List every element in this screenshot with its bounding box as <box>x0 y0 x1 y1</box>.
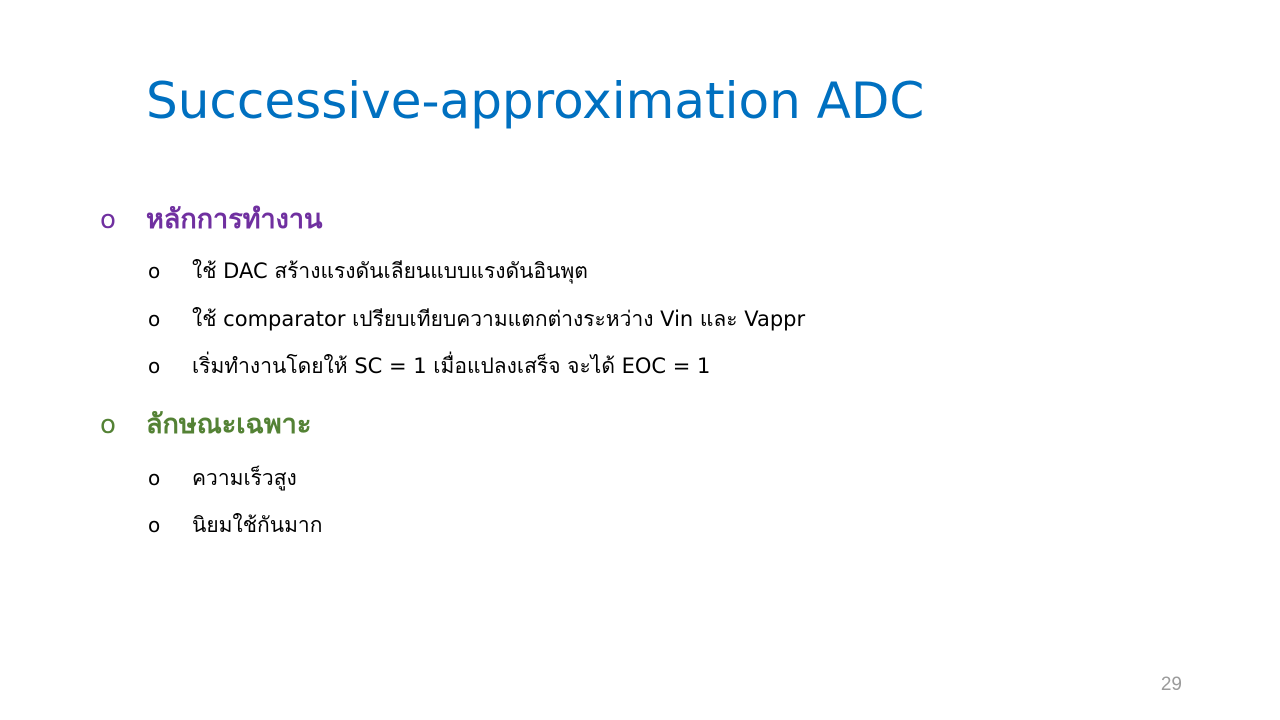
list-item: o ความเร็วสูง <box>148 462 297 494</box>
item-bullet: o <box>148 354 161 378</box>
item-bullet: o <box>148 259 161 283</box>
item-text: ใช้ comparator เปรียบเทียบความแตกต่างระห… <box>192 307 806 331</box>
item-bullet: o <box>148 307 161 331</box>
slide: Successive-approximation ADC o หลักการทำ… <box>0 0 1280 720</box>
section-heading: ลักษณะเฉพาะ <box>146 409 312 440</box>
item-text: ใช้ DAC สร้างแรงดันเลียนแบบแรงดันอินพุต <box>192 259 588 283</box>
slide-title: Successive-approximation ADC <box>146 72 925 130</box>
item-bullet: o <box>148 513 161 537</box>
section-heading: หลักการทำงาน <box>146 204 323 235</box>
page-number: 29 <box>1160 674 1182 695</box>
list-item: o นิยมใช้กันมาก <box>148 509 322 541</box>
section-bullet: o <box>100 410 116 440</box>
list-item: o ใช้ DAC สร้างแรงดันเลียนแบบแรงดันอินพุ… <box>148 255 588 287</box>
list-item: o ใช้ comparator เปรียบเทียบความแตกต่างร… <box>148 303 805 335</box>
item-bullet: o <box>148 466 161 490</box>
section-characteristics: o ลักษณะเฉพาะ <box>100 405 311 445</box>
section-principle: o หลักการทำงาน <box>100 200 322 240</box>
list-item: o เริ่มทำงานโดยให้ SC = 1 เมื่อแปลงเสร็จ… <box>148 350 710 382</box>
item-text: นิยมใช้กันมาก <box>192 513 323 537</box>
item-text: ความเร็วสูง <box>192 466 297 490</box>
item-text: เริ่มทำงานโดยให้ SC = 1 เมื่อแปลงเสร็จ จ… <box>192 354 711 378</box>
section-bullet: o <box>100 205 116 235</box>
